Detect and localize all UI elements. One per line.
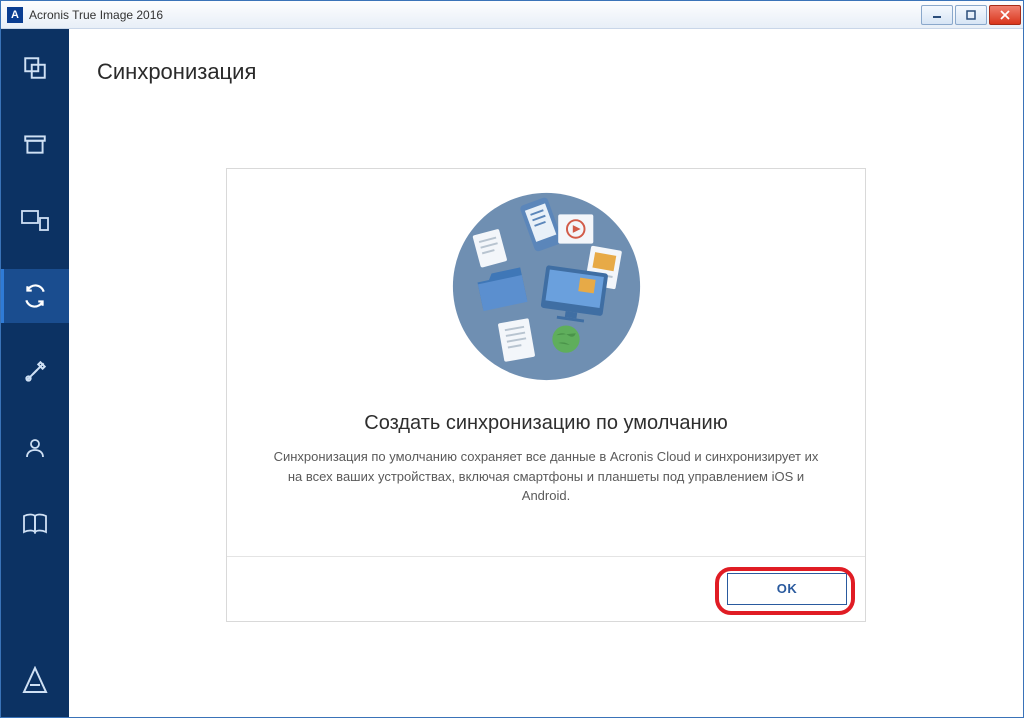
archive-icon [22, 131, 48, 157]
tools-icon [22, 359, 48, 385]
sidebar-item-archive[interactable] [1, 117, 69, 171]
client-area: Синхронизация [1, 29, 1023, 717]
sync-icon [22, 283, 48, 309]
sidebar-acronis-logo[interactable] [1, 653, 69, 707]
content-center: Создать синхронизацию по умолчанию Синхр… [97, 93, 995, 697]
ok-button[interactable]: OK [727, 573, 847, 605]
maximize-button[interactable] [955, 5, 987, 25]
app-window: A Acronis True Image 2016 [0, 0, 1024, 718]
window-title: Acronis True Image 2016 [29, 8, 163, 22]
acronis-a-icon [22, 666, 48, 694]
main-panel: Синхронизация [69, 29, 1023, 717]
app-icon: A [7, 7, 23, 23]
sidebar-item-tools[interactable] [1, 345, 69, 399]
minimize-icon [932, 10, 942, 20]
sync-card: Создать синхронизацию по умолчанию Синхр… [226, 168, 866, 622]
sidebar-item-help[interactable] [1, 497, 69, 551]
sidebar-item-account[interactable] [1, 421, 69, 475]
card-body: Создать синхронизацию по умолчанию Синхр… [227, 169, 865, 556]
device-link-icon [21, 209, 49, 231]
card-heading: Создать синхронизацию по умолчанию [257, 412, 835, 435]
card-footer: OK [227, 556, 865, 621]
sidebar-item-sync[interactable] [1, 269, 69, 323]
page-title: Синхронизация [97, 59, 995, 85]
maximize-icon [966, 10, 976, 20]
titlebar: A Acronis True Image 2016 [1, 1, 1023, 29]
close-button[interactable] [989, 5, 1021, 25]
book-icon [22, 513, 48, 535]
card-description: Синхронизация по умолчанию сохраняет все… [266, 447, 826, 506]
sidebar [1, 29, 69, 717]
user-icon [23, 436, 47, 460]
sync-illustration [449, 189, 644, 384]
sidebar-item-backup[interactable] [1, 41, 69, 95]
window-controls [919, 5, 1021, 25]
copy-icon [22, 55, 48, 81]
minimize-button[interactable] [921, 5, 953, 25]
sidebar-item-dashboard[interactable] [1, 193, 69, 247]
close-icon [1000, 10, 1010, 20]
